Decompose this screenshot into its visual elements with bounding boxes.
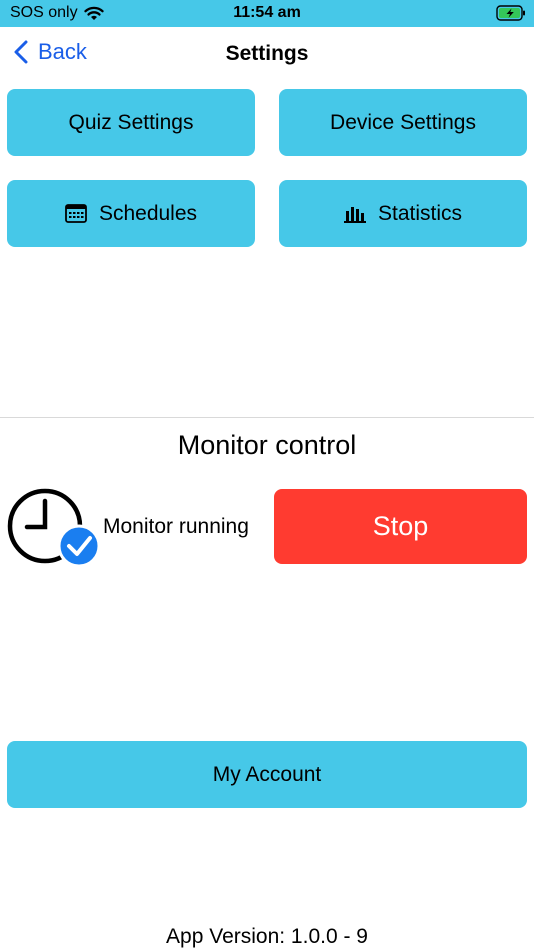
navigation-bar: Back Settings (0, 27, 534, 83)
monitor-control-title: Monitor control (177, 430, 357, 460)
quiz-settings-label: Quiz Settings (68, 110, 194, 134)
battery-charging-icon (496, 5, 525, 21)
clock-check-icon (7, 488, 101, 568)
status-time: 11:54 am (233, 4, 301, 21)
monitor-status-text: Monitor running (103, 515, 249, 538)
schedules-button[interactable]: Schedules (7, 180, 255, 247)
statistics-button[interactable]: Statistics (279, 180, 527, 247)
my-account-label: My Account (212, 762, 322, 786)
quiz-settings-button[interactable]: Quiz Settings (7, 89, 255, 156)
schedules-label: Schedules (98, 201, 198, 225)
my-account-button[interactable]: My Account (7, 741, 527, 808)
section-divider (0, 417, 534, 418)
device-settings-label: Device Settings (330, 110, 476, 134)
status-bar: SOS only 11:54 am (0, 0, 534, 27)
page-title: Settings (225, 42, 309, 65)
device-settings-button[interactable]: Device Settings (279, 89, 527, 156)
calendar-icon (65, 204, 87, 223)
bar-chart-icon (343, 206, 366, 223)
statistics-label: Statistics (377, 201, 463, 225)
stop-label: Stop (372, 511, 429, 541)
stop-button[interactable]: Stop (274, 489, 527, 564)
app-version: App Version: 1.0.0 - 9 (166, 925, 368, 948)
